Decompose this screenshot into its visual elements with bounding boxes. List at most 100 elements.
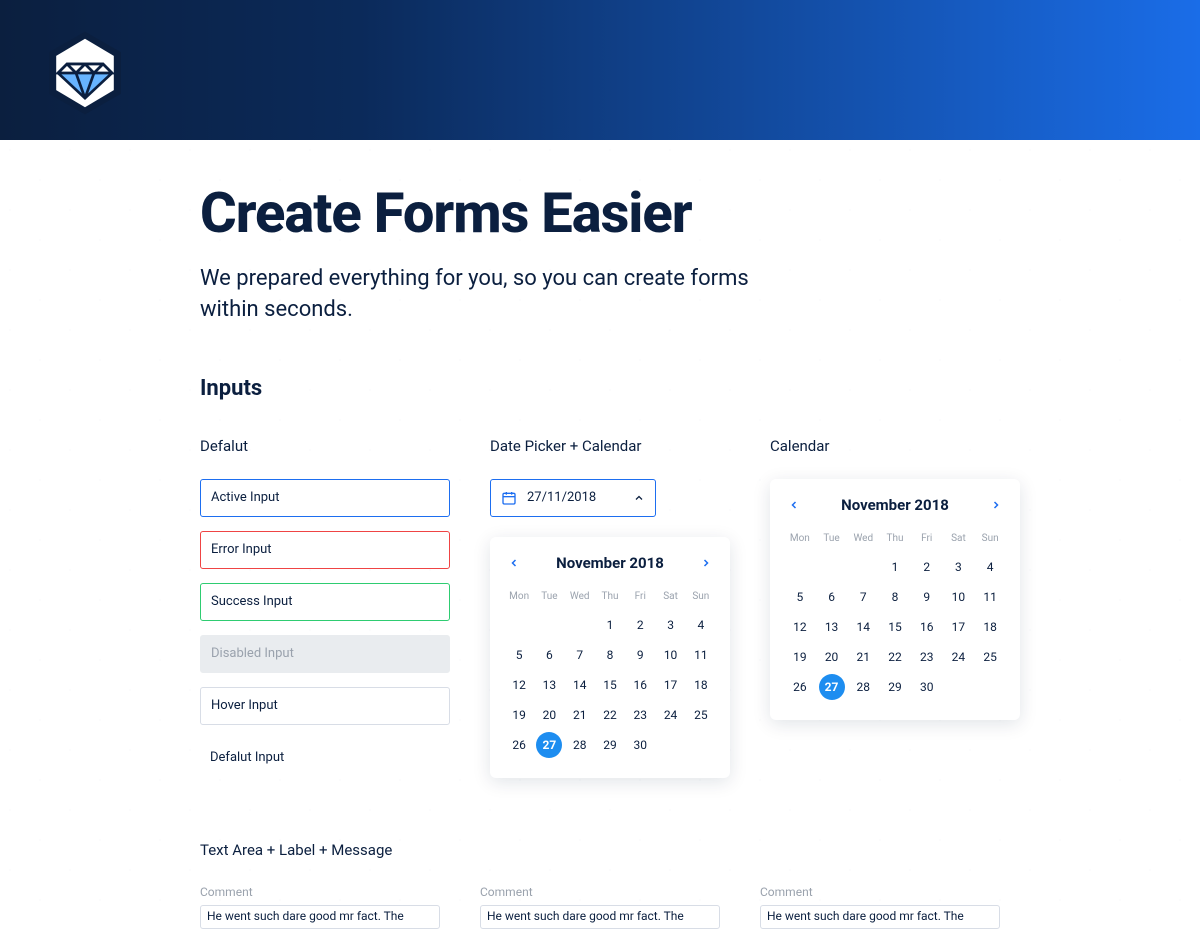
- datepicker-column-label: Date Picker + Calendar: [490, 437, 730, 455]
- calendar-day[interactable]: 5: [504, 640, 534, 670]
- calendar-month-label: November 2018: [556, 554, 664, 572]
- calendar-day[interactable]: 23: [911, 642, 943, 672]
- calendar-day[interactable]: 22: [879, 642, 911, 672]
- calendar-day[interactable]: 14: [565, 670, 595, 700]
- calendar-day[interactable]: 7: [847, 582, 879, 612]
- calendar-day[interactable]: 6: [534, 640, 564, 670]
- logo-badge: [40, 28, 130, 118]
- input-disabled-text: Disabled Input: [211, 646, 294, 661]
- calendar-dow: Sun: [686, 587, 716, 610]
- calendar-next-button[interactable]: [986, 495, 1006, 515]
- calendar-day[interactable]: 26: [504, 730, 534, 760]
- calendar-day[interactable]: 20: [816, 642, 848, 672]
- calendar-day[interactable]: 16: [625, 670, 655, 700]
- calendar-prev-button[interactable]: [784, 495, 804, 515]
- input-default-text: Defalut Input: [210, 750, 284, 765]
- calendar-day[interactable]: 30: [625, 730, 655, 760]
- input-default[interactable]: Defalut Input: [200, 739, 450, 777]
- calendar-day[interactable]: 19: [784, 642, 816, 672]
- calendar-day[interactable]: 27: [816, 672, 848, 702]
- calendar-month-label: November 2018: [841, 496, 949, 514]
- calendar-day[interactable]: 17: [655, 670, 685, 700]
- calendar-day[interactable]: 3: [943, 552, 975, 582]
- input-active[interactable]: Active Input: [200, 479, 450, 517]
- calendar-day[interactable]: 30: [911, 672, 943, 702]
- calendar-day[interactable]: 23: [625, 700, 655, 730]
- calendar-day[interactable]: 8: [879, 582, 911, 612]
- calendar-day[interactable]: 19: [504, 700, 534, 730]
- calendar-day[interactable]: 9: [911, 582, 943, 612]
- calendar-next-button[interactable]: [696, 553, 716, 573]
- calendar-prev-button[interactable]: [504, 553, 524, 573]
- datepicker-field[interactable]: 27/11/2018: [490, 479, 656, 517]
- datepicker-calendar: November 2018 MonTueWedThuFriSatSun12345…: [490, 537, 730, 778]
- textarea-field[interactable]: He went such dare good mr fact. The: [200, 905, 440, 929]
- header-banner: [0, 0, 1200, 140]
- calendar-day[interactable]: 26: [784, 672, 816, 702]
- calendar-dow: Fri: [625, 587, 655, 610]
- calendar-day[interactable]: 10: [943, 582, 975, 612]
- input-hover-text: Hover Input: [211, 698, 278, 713]
- calendar-day[interactable]: 1: [879, 552, 911, 582]
- calendar-day[interactable]: 22: [595, 700, 625, 730]
- calendar-day[interactable]: 1: [595, 610, 625, 640]
- calendar-day[interactable]: 15: [879, 612, 911, 642]
- page-title: Create Forms Easier: [200, 180, 1000, 246]
- calendar-day[interactable]: 2: [625, 610, 655, 640]
- calendar-day[interactable]: 25: [974, 642, 1006, 672]
- calendar-day[interactable]: 4: [974, 552, 1006, 582]
- inputs-column-label: Defalut: [200, 437, 450, 455]
- calendar-day[interactable]: 5: [784, 582, 816, 612]
- calendar-dow: Mon: [784, 529, 816, 552]
- calendar-day[interactable]: 12: [784, 612, 816, 642]
- calendar-grid-standalone: MonTueWedThuFriSatSun1234567891011121314…: [784, 529, 1006, 702]
- page-subtitle: We prepared everything for you, so you c…: [200, 264, 800, 326]
- calendar-day[interactable]: 24: [943, 642, 975, 672]
- calendar-day[interactable]: 11: [686, 640, 716, 670]
- calendar-day[interactable]: 4: [686, 610, 716, 640]
- input-error[interactable]: Error Input: [200, 531, 450, 569]
- calendar-day[interactable]: 29: [595, 730, 625, 760]
- calendar-day[interactable]: 20: [534, 700, 564, 730]
- calendar-day[interactable]: 24: [655, 700, 685, 730]
- input-hover[interactable]: Hover Input: [200, 687, 450, 725]
- calendar-day[interactable]: 13: [534, 670, 564, 700]
- calendar-day[interactable]: 3: [655, 610, 685, 640]
- calendar-day[interactable]: 14: [847, 612, 879, 642]
- calendar-grid-dp: MonTueWedThuFriSatSun1234567891011121314…: [504, 587, 716, 760]
- calendar-day[interactable]: 11: [974, 582, 1006, 612]
- calendar-day[interactable]: 21: [847, 642, 879, 672]
- calendar-day[interactable]: 9: [625, 640, 655, 670]
- calendar-day[interactable]: 21: [565, 700, 595, 730]
- calendar-day[interactable]: 28: [565, 730, 595, 760]
- calendar-day[interactable]: 8: [595, 640, 625, 670]
- calendar-day[interactable]: 27: [534, 730, 564, 760]
- calendar-dow: Fri: [911, 529, 943, 552]
- input-disabled: Disabled Input: [200, 635, 450, 673]
- textarea-label: Comment: [480, 885, 720, 899]
- calendar-day[interactable]: 29: [879, 672, 911, 702]
- input-success[interactable]: Success Input: [200, 583, 450, 621]
- textarea-field[interactable]: He went such dare good mr fact. The: [480, 905, 720, 929]
- calendar-dow: Sun: [974, 529, 1006, 552]
- calendar-dow: Wed: [847, 529, 879, 552]
- calendar-day[interactable]: 2: [911, 552, 943, 582]
- calendar-dow: Tue: [534, 587, 564, 610]
- calendar-day[interactable]: 18: [974, 612, 1006, 642]
- textarea-field[interactable]: He went such dare good mr fact. The: [760, 905, 1000, 929]
- calendar-day[interactable]: 15: [595, 670, 625, 700]
- calendar-day[interactable]: 16: [911, 612, 943, 642]
- calendar-day[interactable]: 18: [686, 670, 716, 700]
- calendar-day[interactable]: 25: [686, 700, 716, 730]
- calendar-day[interactable]: 17: [943, 612, 975, 642]
- textarea-label: Comment: [200, 885, 440, 899]
- calendar-dow: Wed: [565, 587, 595, 610]
- calendar-day[interactable]: 7: [565, 640, 595, 670]
- calendar-day[interactable]: 28: [847, 672, 879, 702]
- chevron-up-icon: [633, 492, 645, 504]
- input-success-text: Success Input: [211, 594, 292, 609]
- calendar-day[interactable]: 13: [816, 612, 848, 642]
- calendar-day[interactable]: 10: [655, 640, 685, 670]
- calendar-day[interactable]: 12: [504, 670, 534, 700]
- calendar-day[interactable]: 6: [816, 582, 848, 612]
